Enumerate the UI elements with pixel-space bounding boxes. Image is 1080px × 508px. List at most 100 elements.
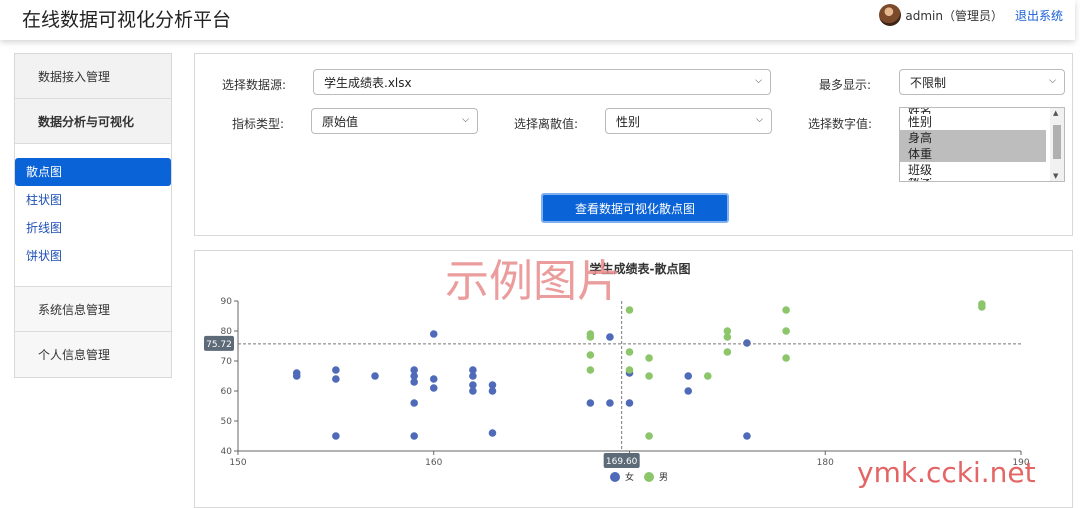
chart-panel: 学生成绩表-散点图40506070809015016017018019075.7… bbox=[194, 250, 1073, 508]
chevron-down-icon: ⌵ bbox=[756, 115, 763, 125]
sidebar: 数据接入管理 数据分析与可视化 散点图 柱状图 折线图 饼状图 系统信息管理 个… bbox=[14, 53, 172, 378]
sidebar-section-data-access[interactable]: 数据接入管理 bbox=[15, 54, 171, 99]
point-male bbox=[625, 366, 634, 374]
indicator-select[interactable]: 原始值 ⌵ bbox=[311, 108, 478, 134]
point-female bbox=[410, 399, 418, 407]
point-female bbox=[332, 432, 340, 440]
point-male bbox=[625, 306, 634, 314]
scatter-chart: 学生成绩表-散点图40506070809015016017018019075.7… bbox=[204, 261, 1030, 483]
numeric-label: 选择数字值: bbox=[808, 117, 873, 131]
point-female bbox=[429, 330, 438, 338]
chevron-down-icon: ⌵ bbox=[462, 115, 469, 125]
point-female bbox=[410, 378, 418, 386]
point-female bbox=[684, 372, 693, 380]
y-tick-label: 40 bbox=[221, 447, 233, 457]
x-tick-label: 180 bbox=[817, 458, 834, 468]
user-name: admin（管理员） bbox=[905, 8, 1003, 23]
point-female bbox=[488, 387, 497, 395]
point-male bbox=[586, 333, 595, 341]
sidebar-section-system[interactable]: 系统信息管理 bbox=[15, 287, 171, 332]
max-display-select[interactable]: 不限制 ⌵ bbox=[899, 69, 1065, 95]
datasource-select[interactable]: 学生成绩表.xlsx ⌵ bbox=[313, 69, 771, 95]
legend-marker bbox=[610, 472, 620, 482]
point-female bbox=[410, 432, 418, 440]
form-panel: 选择数据源: 学生成绩表.xlsx ⌵ 最多显示: 不限制 ⌵ 指标类型: 原始… bbox=[194, 53, 1073, 236]
sidebar-item-pie[interactable]: 饼状图 bbox=[15, 242, 171, 270]
scroll-down-icon[interactable]: ▼ bbox=[1053, 172, 1058, 180]
point-female bbox=[371, 372, 379, 380]
point-male bbox=[586, 351, 595, 359]
legend-label: 男 bbox=[659, 472, 668, 483]
x-tick-label: 190 bbox=[1012, 458, 1029, 468]
max-display-label: 最多显示: bbox=[819, 78, 872, 92]
crosshair-x-label: 169.60 bbox=[606, 457, 638, 467]
point-male bbox=[704, 372, 712, 380]
max-display-value: 不限制 bbox=[910, 75, 947, 90]
point-male bbox=[645, 432, 653, 440]
view-chart-button[interactable]: 查看数据可视化散点图 bbox=[541, 193, 729, 223]
point-female bbox=[743, 432, 751, 440]
numeric-option[interactable]: 数学 bbox=[900, 178, 1046, 181]
point-male bbox=[586, 366, 595, 374]
point-male bbox=[782, 306, 790, 314]
numeric-listbox[interactable]: 姓名性别身高体重班级数学 ▲ ▼ bbox=[899, 107, 1065, 182]
point-male bbox=[723, 348, 732, 356]
point-male bbox=[723, 333, 732, 341]
sidebar-item-list: 散点图 柱状图 折线图 饼状图 bbox=[15, 144, 171, 287]
discrete-select[interactable]: 性别 ⌵ bbox=[605, 108, 772, 134]
sidebar-item-bar[interactable]: 柱状图 bbox=[15, 186, 171, 214]
numeric-option[interactable]: 班级 bbox=[900, 162, 1046, 178]
avatar[interactable] bbox=[879, 4, 902, 26]
scrollbar-thumb[interactable] bbox=[1053, 125, 1061, 159]
listbox-scrollbar[interactable]: ▲ ▼ bbox=[1050, 108, 1064, 181]
app-title: 在线数据可视化分析平台 bbox=[22, 9, 232, 31]
point-male bbox=[645, 354, 653, 362]
point-female bbox=[429, 375, 438, 383]
point-male bbox=[645, 372, 653, 380]
user-area: admin（管理员） 退出系统 bbox=[879, 4, 1063, 26]
y-tick-label: 50 bbox=[221, 417, 233, 427]
discrete-label: 选择离散值: bbox=[514, 117, 579, 131]
point-female bbox=[292, 372, 301, 380]
y-tick-label: 90 bbox=[221, 297, 233, 307]
scroll-up-icon[interactable]: ▲ bbox=[1053, 109, 1058, 117]
numeric-option[interactable]: 体重 bbox=[900, 146, 1046, 162]
point-male bbox=[978, 303, 986, 311]
point-female bbox=[469, 387, 477, 395]
x-tick-label: 160 bbox=[425, 458, 442, 468]
y-tick-label: 80 bbox=[221, 327, 233, 337]
chevron-down-icon: ⌵ bbox=[1049, 76, 1056, 86]
point-female bbox=[743, 339, 751, 347]
legend-label: 女 bbox=[625, 471, 634, 483]
point-female bbox=[332, 366, 340, 374]
point-female bbox=[488, 429, 497, 437]
point-female bbox=[606, 333, 614, 341]
sidebar-section-analysis[interactable]: 数据分析与可视化 bbox=[15, 99, 171, 144]
y-tick-label: 70 bbox=[221, 357, 233, 367]
point-female bbox=[332, 375, 340, 383]
point-male bbox=[782, 327, 790, 335]
sidebar-item-scatter[interactable]: 散点图 bbox=[15, 158, 171, 186]
point-female bbox=[469, 372, 477, 380]
indicator-label: 指标类型: bbox=[232, 117, 285, 131]
top-bar: 在线数据可视化分析平台 admin（管理员） 退出系统 bbox=[0, 0, 1075, 40]
point-male bbox=[625, 348, 634, 356]
x-tick-label: 150 bbox=[229, 458, 246, 468]
chevron-down-icon: ⌵ bbox=[755, 76, 762, 86]
numeric-options: 姓名性别身高体重班级数学 bbox=[900, 108, 1064, 181]
numeric-option[interactable]: 性别 bbox=[900, 114, 1046, 130]
point-female bbox=[429, 384, 438, 392]
sidebar-item-line[interactable]: 折线图 bbox=[15, 214, 171, 242]
indicator-value: 原始值 bbox=[322, 114, 359, 129]
point-female bbox=[586, 399, 595, 407]
datasource-label: 选择数据源: bbox=[222, 78, 287, 92]
discrete-value: 性别 bbox=[616, 114, 641, 129]
logout-link[interactable]: 退出系统 bbox=[1015, 7, 1063, 24]
datasource-value: 学生成绩表.xlsx bbox=[324, 75, 412, 90]
sidebar-section-personal[interactable]: 个人信息管理 bbox=[15, 332, 171, 377]
point-female bbox=[684, 387, 693, 395]
y-tick-label: 60 bbox=[221, 387, 233, 397]
numeric-option[interactable]: 身高 bbox=[900, 130, 1046, 146]
point-male bbox=[782, 354, 790, 362]
point-female bbox=[606, 399, 614, 407]
